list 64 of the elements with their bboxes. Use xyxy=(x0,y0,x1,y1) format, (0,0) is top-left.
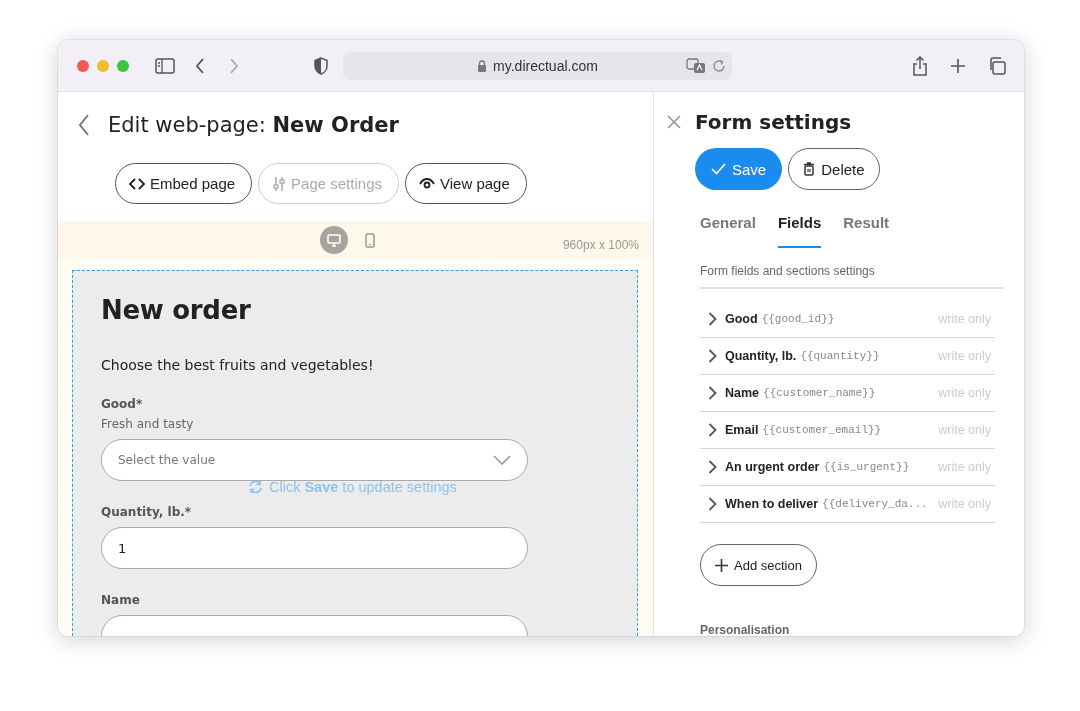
section-heading: Personalisation xyxy=(700,623,791,636)
sliders-icon xyxy=(272,175,287,192)
field-variable: {{customer_name}} xyxy=(763,387,876,399)
section-heading: Form fields and sections settings xyxy=(700,264,1003,289)
chevron-right-icon[interactable] xyxy=(708,386,717,400)
url-text: my.directual.com xyxy=(493,57,598,74)
field-variable: {{good_id}} xyxy=(761,313,835,325)
sidebar-icon[interactable] xyxy=(155,57,175,74)
input-field[interactable]: 1 xyxy=(101,527,528,569)
save-notice: Click Save to update settings xyxy=(269,479,457,495)
check-icon xyxy=(711,163,726,175)
monitor-icon xyxy=(327,233,341,247)
select-field[interactable]: Select the value xyxy=(101,439,528,481)
tabs-icon[interactable] xyxy=(988,56,1006,75)
toolbar-button[interactable]: View page xyxy=(405,163,527,204)
share-icon[interactable] xyxy=(912,55,928,76)
refresh-icon xyxy=(248,480,263,494)
field-variable: {{customer_email}} xyxy=(762,424,882,436)
field-hint: Fresh and tasty xyxy=(101,417,195,433)
field-label: Quantity, lb.* xyxy=(101,505,193,521)
form-title: New order xyxy=(101,295,252,327)
chevron-right-icon[interactable] xyxy=(708,460,717,474)
add-section-button[interactable]: Add section xyxy=(700,544,817,586)
back-icon[interactable] xyxy=(195,57,205,74)
field-label: Name xyxy=(101,593,141,609)
tab[interactable]: Fields xyxy=(777,210,822,248)
canvas-size-label: 960px x 100% xyxy=(562,238,639,252)
plus-icon xyxy=(715,558,728,572)
eye-icon xyxy=(419,177,435,190)
chevron-right-icon[interactable] xyxy=(708,312,717,326)
field-name[interactable]: Name xyxy=(725,386,760,400)
panel-title: Form settings xyxy=(695,110,852,134)
field-variable: {{is_urgent}} xyxy=(823,461,910,473)
chevron-right-icon[interactable] xyxy=(708,349,717,363)
tab[interactable]: General xyxy=(700,210,756,248)
reload-icon[interactable] xyxy=(712,58,726,73)
code-icon xyxy=(129,176,145,191)
page-title: Edit web-page: New Order xyxy=(108,113,399,137)
chevron-down-icon xyxy=(493,455,511,465)
device-toggle[interactable] xyxy=(320,226,348,254)
address-bar[interactable]: my.directual.com xyxy=(343,51,732,80)
field-name[interactable]: An urgent order xyxy=(725,460,820,474)
close-window-button[interactable] xyxy=(77,59,89,72)
tab[interactable]: Result xyxy=(843,210,890,248)
delete-button[interactable]: Delete xyxy=(788,148,880,190)
field-variable: {{quantity}} xyxy=(800,350,880,362)
field-name[interactable]: Email xyxy=(725,423,759,437)
field-name[interactable]: Good xyxy=(725,312,758,326)
toolbar-button[interactable]: Embed page xyxy=(115,163,253,204)
field-name[interactable]: Quantity, lb. xyxy=(725,349,797,363)
back-chevron-icon[interactable] xyxy=(78,114,90,136)
lock-icon xyxy=(477,59,488,72)
chevron-right-icon[interactable] xyxy=(708,423,717,437)
chevron-right-icon[interactable] xyxy=(708,497,717,511)
phone-icon xyxy=(365,232,375,248)
field-variable: {{delivery_da... xyxy=(822,498,928,510)
form-intro: Choose the best fruits and vegetables! xyxy=(101,357,375,375)
plus-icon[interactable] xyxy=(950,57,966,74)
translate-icon[interactable] xyxy=(686,57,706,74)
field-label: Good* xyxy=(101,397,144,413)
trash-icon xyxy=(803,162,816,176)
field-name[interactable]: When to deliver xyxy=(725,497,819,511)
close-icon[interactable] xyxy=(667,115,681,129)
shield-icon[interactable] xyxy=(313,56,329,75)
